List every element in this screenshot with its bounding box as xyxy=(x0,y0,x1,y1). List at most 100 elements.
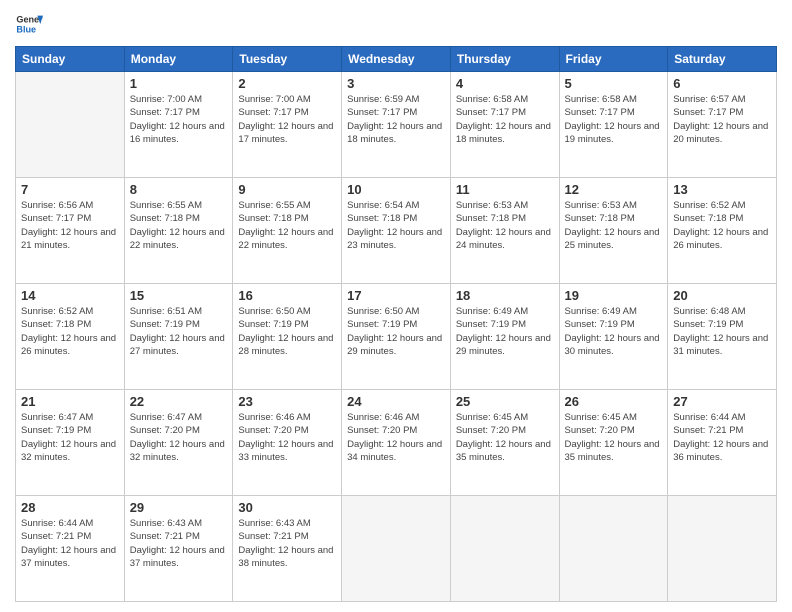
day-number: 12 xyxy=(565,182,663,197)
calendar-week-row: 7 Sunrise: 6:56 AMSunset: 7:17 PMDaylight… xyxy=(16,178,777,284)
day-info: Sunrise: 6:49 AMSunset: 7:19 PMDaylight:… xyxy=(456,305,554,358)
day-number: 3 xyxy=(347,76,445,91)
calendar-week-row: 1 Sunrise: 7:00 AMSunset: 7:17 PMDaylight… xyxy=(16,72,777,178)
calendar-cell: 28 Sunrise: 6:44 AMSunset: 7:21 PMDayligh… xyxy=(16,496,125,602)
day-info: Sunrise: 6:45 AMSunset: 7:20 PMDaylight:… xyxy=(565,411,663,464)
day-info: Sunrise: 6:53 AMSunset: 7:18 PMDaylight:… xyxy=(565,199,663,252)
day-number: 10 xyxy=(347,182,445,197)
day-info: Sunrise: 6:54 AMSunset: 7:18 PMDaylight:… xyxy=(347,199,445,252)
calendar-cell: 4 Sunrise: 6:58 AMSunset: 7:17 PMDaylight… xyxy=(450,72,559,178)
day-number: 19 xyxy=(565,288,663,303)
calendar-cell: 3 Sunrise: 6:59 AMSunset: 7:17 PMDaylight… xyxy=(342,72,451,178)
day-number: 6 xyxy=(673,76,771,91)
calendar-table: SundayMondayTuesdayWednesdayThursdayFrid… xyxy=(15,46,777,602)
day-info: Sunrise: 6:59 AMSunset: 7:17 PMDaylight:… xyxy=(347,93,445,146)
calendar-cell: 6 Sunrise: 6:57 AMSunset: 7:17 PMDaylight… xyxy=(668,72,777,178)
day-info: Sunrise: 6:44 AMSunset: 7:21 PMDaylight:… xyxy=(21,517,119,570)
page: General Blue SundayMondayTuesdayWednesda… xyxy=(0,0,792,612)
calendar-cell: 26Sunrise: 6:45 AMSunset: 7:20 PMDayligh… xyxy=(559,390,668,496)
day-number: 13 xyxy=(673,182,771,197)
day-number: 24 xyxy=(347,394,445,409)
logo-icon: General Blue xyxy=(15,10,43,38)
day-info: Sunrise: 6:58 AMSunset: 7:17 PMDaylight:… xyxy=(456,93,554,146)
day-number: 1 xyxy=(130,76,228,91)
day-number: 14 xyxy=(21,288,119,303)
day-number: 4 xyxy=(456,76,554,91)
weekday-header-friday: Friday xyxy=(559,47,668,72)
calendar-cell: 13 Sunrise: 6:52 AMSunset: 7:18 PMDayligh… xyxy=(668,178,777,284)
calendar-cell: 1 Sunrise: 7:00 AMSunset: 7:17 PMDaylight… xyxy=(124,72,233,178)
calendar-cell: 24 Sunrise: 6:46 AMSunset: 7:20 PMDayligh… xyxy=(342,390,451,496)
day-number: 30 xyxy=(238,500,336,515)
calendar-cell: 23 Sunrise: 6:46 AMSunset: 7:20 PMDayligh… xyxy=(233,390,342,496)
calendar-cell: 14 Sunrise: 6:52 AMSunset: 7:18 PMDayligh… xyxy=(16,284,125,390)
calendar-cell: 11 Sunrise: 6:53 AMSunset: 7:18 PMDayligh… xyxy=(450,178,559,284)
calendar-cell: 21Sunrise: 6:47 AMSunset: 7:19 PMDayligh… xyxy=(16,390,125,496)
calendar-cell: 8Sunrise: 6:55 AMSunset: 7:18 PMDaylight… xyxy=(124,178,233,284)
weekday-header-sunday: Sunday xyxy=(16,47,125,72)
calendar-cell: 30 Sunrise: 6:43 AMSunset: 7:21 PMDayligh… xyxy=(233,496,342,602)
calendar-cell: 16 Sunrise: 6:50 AMSunset: 7:19 PMDayligh… xyxy=(233,284,342,390)
calendar-cell xyxy=(668,496,777,602)
calendar-cell: 12 Sunrise: 6:53 AMSunset: 7:18 PMDayligh… xyxy=(559,178,668,284)
day-number: 7 xyxy=(21,182,119,197)
day-info: Sunrise: 6:51 AMSunset: 7:19 PMDaylight:… xyxy=(130,305,228,358)
day-info: Sunrise: 6:46 AMSunset: 7:20 PMDaylight:… xyxy=(347,411,445,464)
day-number: 25 xyxy=(456,394,554,409)
day-info: Sunrise: 6:53 AMSunset: 7:18 PMDaylight:… xyxy=(456,199,554,252)
day-number: 11 xyxy=(456,182,554,197)
day-number: 16 xyxy=(238,288,336,303)
day-info: Sunrise: 6:55 AMSunset: 7:18 PMDaylight:… xyxy=(130,199,228,252)
day-info: Sunrise: 6:45 AMSunset: 7:20 PMDaylight:… xyxy=(456,411,554,464)
calendar-cell: 15 Sunrise: 6:51 AMSunset: 7:19 PMDayligh… xyxy=(124,284,233,390)
calendar-cell: 29Sunrise: 6:43 AMSunset: 7:21 PMDayligh… xyxy=(124,496,233,602)
day-number: 2 xyxy=(238,76,336,91)
day-info: Sunrise: 6:43 AMSunset: 7:21 PMDaylight:… xyxy=(238,517,336,570)
calendar-cell: 20Sunrise: 6:48 AMSunset: 7:19 PMDayligh… xyxy=(668,284,777,390)
day-info: Sunrise: 6:57 AMSunset: 7:17 PMDaylight:… xyxy=(673,93,771,146)
weekday-header-thursday: Thursday xyxy=(450,47,559,72)
day-number: 5 xyxy=(565,76,663,91)
day-number: 15 xyxy=(130,288,228,303)
day-number: 18 xyxy=(456,288,554,303)
day-number: 17 xyxy=(347,288,445,303)
day-info: Sunrise: 6:47 AMSunset: 7:20 PMDaylight:… xyxy=(130,411,228,464)
calendar-cell: 2 Sunrise: 7:00 AMSunset: 7:17 PMDaylight… xyxy=(233,72,342,178)
day-info: Sunrise: 6:49 AMSunset: 7:19 PMDaylight:… xyxy=(565,305,663,358)
day-number: 28 xyxy=(21,500,119,515)
day-info: Sunrise: 7:00 AMSunset: 7:17 PMDaylight:… xyxy=(130,93,228,146)
calendar-cell xyxy=(559,496,668,602)
day-info: Sunrise: 6:58 AMSunset: 7:17 PMDaylight:… xyxy=(565,93,663,146)
calendar-cell: 7 Sunrise: 6:56 AMSunset: 7:17 PMDaylight… xyxy=(16,178,125,284)
day-info: Sunrise: 6:52 AMSunset: 7:18 PMDaylight:… xyxy=(673,199,771,252)
day-number: 27 xyxy=(673,394,771,409)
day-info: Sunrise: 6:48 AMSunset: 7:19 PMDaylight:… xyxy=(673,305,771,358)
day-info: Sunrise: 6:50 AMSunset: 7:19 PMDaylight:… xyxy=(347,305,445,358)
calendar-cell: 25 Sunrise: 6:45 AMSunset: 7:20 PMDayligh… xyxy=(450,390,559,496)
calendar-cell xyxy=(16,72,125,178)
weekday-header-monday: Monday xyxy=(124,47,233,72)
weekday-header-wednesday: Wednesday xyxy=(342,47,451,72)
calendar-cell xyxy=(342,496,451,602)
day-info: Sunrise: 7:00 AMSunset: 7:17 PMDaylight:… xyxy=(238,93,336,146)
weekday-header-row: SundayMondayTuesdayWednesdayThursdayFrid… xyxy=(16,47,777,72)
day-info: Sunrise: 6:50 AMSunset: 7:19 PMDaylight:… xyxy=(238,305,336,358)
day-info: Sunrise: 6:55 AMSunset: 7:18 PMDaylight:… xyxy=(238,199,336,252)
day-number: 23 xyxy=(238,394,336,409)
day-info: Sunrise: 6:46 AMSunset: 7:20 PMDaylight:… xyxy=(238,411,336,464)
calendar-cell: 22 Sunrise: 6:47 AMSunset: 7:20 PMDayligh… xyxy=(124,390,233,496)
day-number: 9 xyxy=(238,182,336,197)
day-info: Sunrise: 6:44 AMSunset: 7:21 PMDaylight:… xyxy=(673,411,771,464)
day-number: 22 xyxy=(130,394,228,409)
calendar-week-row: 14 Sunrise: 6:52 AMSunset: 7:18 PMDayligh… xyxy=(16,284,777,390)
calendar-week-row: 21Sunrise: 6:47 AMSunset: 7:19 PMDayligh… xyxy=(16,390,777,496)
day-info: Sunrise: 6:52 AMSunset: 7:18 PMDaylight:… xyxy=(21,305,119,358)
svg-text:Blue: Blue xyxy=(16,24,36,34)
calendar-week-row: 28 Sunrise: 6:44 AMSunset: 7:21 PMDayligh… xyxy=(16,496,777,602)
calendar-cell xyxy=(450,496,559,602)
day-info: Sunrise: 6:56 AMSunset: 7:17 PMDaylight:… xyxy=(21,199,119,252)
calendar-cell: 5 Sunrise: 6:58 AMSunset: 7:17 PMDaylight… xyxy=(559,72,668,178)
calendar-cell: 17 Sunrise: 6:50 AMSunset: 7:19 PMDayligh… xyxy=(342,284,451,390)
calendar-cell: 9 Sunrise: 6:55 AMSunset: 7:18 PMDaylight… xyxy=(233,178,342,284)
calendar-cell: 19 Sunrise: 6:49 AMSunset: 7:19 PMDayligh… xyxy=(559,284,668,390)
